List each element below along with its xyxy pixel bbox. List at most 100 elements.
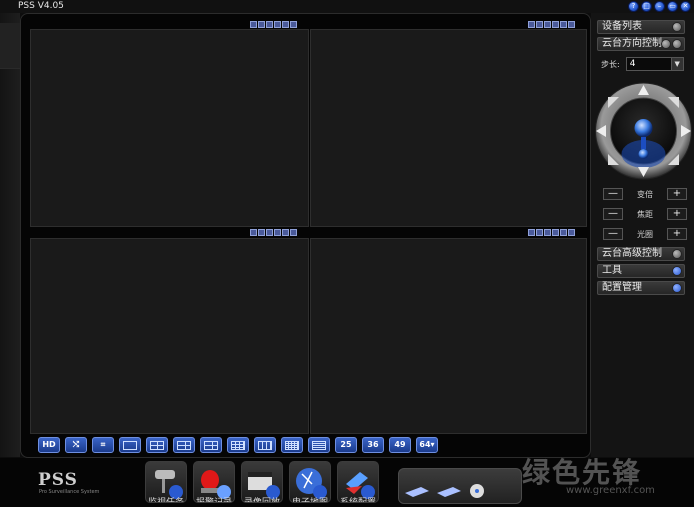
color-icon[interactable] <box>274 229 281 236</box>
alarm-record-button[interactable]: 报警记录 <box>193 461 235 503</box>
layout-36-button[interactable]: 36 <box>362 437 384 453</box>
step-select[interactable]: 4 ▼ <box>625 57 684 71</box>
device-list-header[interactable]: 设备列表 <box>597 20 685 34</box>
layout-1-button[interactable] <box>119 437 141 453</box>
focus-minus-button[interactable]: — <box>603 208 623 220</box>
layout-16-icon <box>285 440 299 450</box>
audio-icon[interactable] <box>560 229 567 236</box>
focus-plus-button[interactable]: + <box>667 208 687 220</box>
ptz-advanced-label: 云台高级控制 <box>602 248 662 259</box>
layout-toolbar: HD ⤭ ⌗ 25 36 49 64▾ <box>38 437 438 454</box>
layout-20-button[interactable] <box>308 437 330 453</box>
snapshot-icon[interactable] <box>250 21 257 28</box>
config-label: 配置管理 <box>602 282 642 293</box>
video-pane-2[interactable] <box>310 29 587 227</box>
layout-16-button[interactable] <box>281 437 303 453</box>
ptz-advanced-header[interactable]: 云台高级控制 <box>597 247 685 261</box>
ptz-icon[interactable] <box>266 229 273 236</box>
help-icon[interactable]: ? <box>628 1 639 12</box>
iris-minus-button[interactable]: — <box>603 228 623 240</box>
layout-49-button[interactable]: 49 <box>389 437 411 453</box>
monitor-task-label: 监视任务 <box>147 498 184 503</box>
emap-button[interactable]: 电子地图 <box>289 461 331 503</box>
close-icon[interactable] <box>290 229 297 236</box>
record-icon[interactable] <box>258 229 265 236</box>
focus-row: — 焦距 + <box>603 208 687 220</box>
color-icon[interactable] <box>552 229 559 236</box>
layout-9-icon <box>231 440 245 450</box>
config-controls <box>672 283 682 293</box>
audio-icon[interactable] <box>282 21 289 28</box>
expand-icon[interactable] <box>672 249 682 259</box>
disk-icon <box>405 487 429 497</box>
zoom-minus-button[interactable]: — <box>603 188 623 200</box>
expand-icon[interactable] <box>672 283 682 293</box>
restore-icon[interactable]: □ <box>641 1 652 12</box>
pane-2-toolbar <box>528 21 575 28</box>
ptz-icon[interactable] <box>544 21 551 28</box>
config-header[interactable]: 配置管理 <box>597 281 685 295</box>
system-config-button[interactable]: 系统配置 <box>337 461 379 503</box>
layout-25-button[interactable]: 25 <box>335 437 357 453</box>
step-label: 步长: <box>601 59 620 69</box>
record-icon[interactable] <box>258 21 265 28</box>
tools-header[interactable]: 工具 <box>597 264 685 278</box>
playback-label: 录像回放 <box>243 498 280 503</box>
focus-label: 焦距 <box>637 209 653 219</box>
maximize-icon[interactable]: ▭ <box>667 1 678 12</box>
layout-8-button[interactable] <box>200 437 222 453</box>
app-logo-subtitle: Pro Surveillance System <box>39 489 100 495</box>
pane-3-toolbar <box>250 229 297 236</box>
fullscreen-button[interactable]: ⌗ <box>92 437 114 453</box>
expand-icon[interactable] <box>672 266 682 276</box>
zoom-label: 变倍 <box>637 189 653 199</box>
iris-row: — 光圈 + <box>603 228 687 240</box>
layout-4-button[interactable] <box>146 437 168 453</box>
tray-icons <box>405 484 484 498</box>
ptz-direction-label: 云台方向控制 <box>602 38 662 49</box>
ptz-icon[interactable] <box>544 229 551 236</box>
tools-label: 工具 <box>602 265 622 276</box>
layout-13-button[interactable] <box>254 437 276 453</box>
ptz-icon[interactable] <box>266 21 273 28</box>
device-list-controls <box>672 22 682 32</box>
minimize-icon[interactable]: – <box>654 1 665 12</box>
playback-button[interactable]: 录像回放 <box>241 461 283 503</box>
status-tray <box>398 468 522 504</box>
ptz-direction-header[interactable]: 云台方向控制 <box>597 37 685 51</box>
audio-icon[interactable] <box>560 21 567 28</box>
expand-icon[interactable] <box>672 22 682 32</box>
video-pane-3[interactable] <box>30 238 309 434</box>
close-icon[interactable] <box>290 21 297 28</box>
close-icon[interactable] <box>568 21 575 28</box>
video-pane-4[interactable] <box>310 238 587 434</box>
record-icon[interactable] <box>536 229 543 236</box>
collapse-icon[interactable] <box>661 39 671 49</box>
color-icon[interactable] <box>274 21 281 28</box>
layout-6-button[interactable] <box>173 437 195 453</box>
hd-button[interactable]: HD <box>38 437 60 453</box>
layout-64-button[interactable]: 64▾ <box>416 437 438 453</box>
record-icon[interactable] <box>536 21 543 28</box>
audio-icon[interactable] <box>282 229 289 236</box>
expand-icon[interactable] <box>672 39 682 49</box>
monitor-task-button[interactable]: 监视任务 <box>145 461 187 503</box>
color-icon[interactable] <box>552 21 559 28</box>
iris-plus-button[interactable]: + <box>667 228 687 240</box>
snapshot-icon[interactable] <box>528 21 535 28</box>
emap-label: 电子地图 <box>291 498 328 503</box>
chevron-down-icon[interactable]: ▼ <box>670 58 683 70</box>
tools-controls <box>672 266 682 276</box>
network-icon <box>437 487 461 497</box>
snapshot-icon[interactable] <box>250 229 257 236</box>
close-icon[interactable] <box>568 229 575 236</box>
zoom-plus-button[interactable]: + <box>667 188 687 200</box>
layout-20-icon <box>312 440 326 450</box>
ptz-direction-wheel[interactable] <box>594 82 693 180</box>
swap-button[interactable]: ⤭ <box>65 437 87 453</box>
close-icon[interactable]: ✕ <box>680 1 691 12</box>
snapshot-icon[interactable] <box>528 229 535 236</box>
video-pane-1[interactable] <box>30 29 309 227</box>
layout-1-icon <box>123 440 137 450</box>
layout-9-button[interactable] <box>227 437 249 453</box>
